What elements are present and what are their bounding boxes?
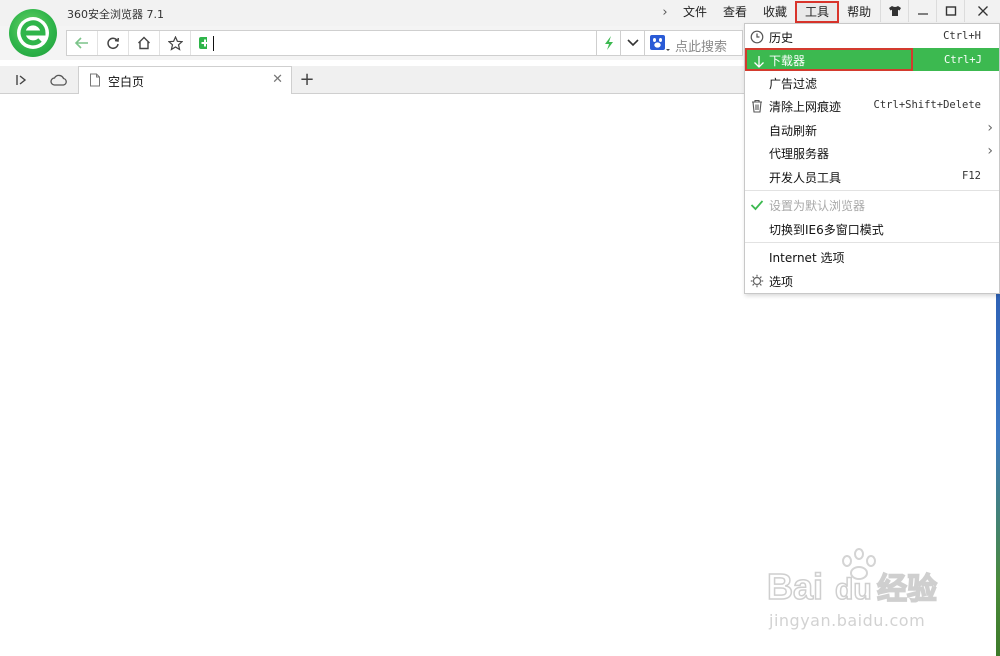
close-button[interactable] xyxy=(964,0,1000,22)
menu-item-internet-options[interactable]: Internet 选项 xyxy=(745,245,999,268)
sidebar-toggle-button[interactable] xyxy=(10,71,32,89)
chevron-right-icon: › xyxy=(987,120,993,136)
baidu-jingyan-watermark: Bai du 经验 jingyan.baidu.com xyxy=(765,545,950,630)
minimize-button[interactable] xyxy=(908,0,936,22)
svg-text:Bai: Bai xyxy=(767,566,823,607)
menu-favorites[interactable]: 收藏 xyxy=(755,1,795,23)
sidebar-toggle-icon xyxy=(16,75,27,85)
desktop-background-edge xyxy=(996,290,1000,656)
shirt-icon xyxy=(888,6,901,16)
menu-item-label: 清除上网痕迹 xyxy=(769,100,842,114)
gear-icon xyxy=(749,273,765,289)
search-placeholder: 点此搜索 xyxy=(675,40,728,55)
page-icon xyxy=(90,73,100,87)
speed-mode-button[interactable] xyxy=(597,30,621,56)
chevron-right-icon: › xyxy=(987,143,993,159)
menu-item-set-default-browser: 设置为默认浏览器 xyxy=(745,193,999,216)
clock-icon xyxy=(749,29,765,45)
menu-item-label: 切换到IE6多窗口模式 xyxy=(769,223,884,237)
search-box[interactable]: 点此搜索 xyxy=(645,30,743,56)
home-icon xyxy=(138,36,150,50)
refresh-icon xyxy=(107,37,120,50)
star-icon xyxy=(167,35,183,51)
menu-bar: › 文件 查看 收藏 工具 帮助 xyxy=(655,0,879,24)
tab-blank-page[interactable]: 空白页 ✕ xyxy=(78,66,292,94)
menu-item-label: 设置为默认浏览器 xyxy=(769,199,866,213)
menu-item-label: 自动刷新 xyxy=(769,124,818,138)
menu-item-label: 选项 xyxy=(769,275,794,289)
menu-item-shortcut: Ctrl+H xyxy=(943,30,981,42)
menu-item-dev-tools[interactable]: 开发人员工具 F12 xyxy=(745,165,999,188)
favorite-star-button[interactable] xyxy=(160,31,191,55)
menu-item-shortcut: F12 xyxy=(962,170,981,182)
back-button[interactable] xyxy=(67,31,98,55)
baidu-jingyan-logo-icon: Bai du 经验 xyxy=(766,548,938,608)
menu-item-label: Internet 选项 xyxy=(769,251,845,265)
window-controls xyxy=(880,0,1000,22)
menu-expand-icon[interactable]: › xyxy=(655,5,675,20)
app-title: 360安全浏览器 7.1 xyxy=(67,8,164,21)
refresh-button[interactable] xyxy=(98,31,129,55)
svg-text:经验: 经验 xyxy=(877,572,937,607)
cloud-icon xyxy=(50,74,67,86)
menu-help[interactable]: 帮助 xyxy=(839,1,879,23)
cloud-sync-button[interactable] xyxy=(48,71,70,89)
checkmark-icon xyxy=(749,197,765,213)
minimize-icon xyxy=(917,13,928,15)
menu-item-clear-traces[interactable]: 清除上网痕迹 Ctrl+Shift+Delete xyxy=(745,94,999,117)
tab-title: 空白页 xyxy=(108,75,145,89)
menu-separator xyxy=(745,190,999,191)
trash-icon xyxy=(749,98,765,114)
menu-item-auto-refresh[interactable]: 自动刷新 › xyxy=(745,118,999,141)
menu-tools[interactable]: 工具 xyxy=(795,1,840,23)
text-caret xyxy=(213,36,214,51)
menu-item-downloader[interactable]: 下载器 xyxy=(745,48,913,71)
menu-item-shortcut: Ctrl+J xyxy=(944,54,982,66)
menu-item-label: 代理服务器 xyxy=(769,147,830,161)
menu-item-label: 下载器 xyxy=(769,54,806,68)
address-dropdown-button[interactable] xyxy=(621,30,645,56)
baidu-paw-icon xyxy=(650,35,670,51)
chevron-down-icon xyxy=(626,39,639,47)
browser-logo[interactable] xyxy=(9,9,57,57)
browser-e-logo-icon xyxy=(17,17,49,49)
close-icon xyxy=(977,6,988,16)
menu-item-label: 广告过滤 xyxy=(769,77,818,91)
maximize-icon xyxy=(945,6,956,16)
tab-close-icon[interactable]: ✕ xyxy=(272,72,283,87)
nav-buttons xyxy=(66,30,220,56)
menu-separator xyxy=(745,242,999,243)
new-tab-button[interactable]: + xyxy=(296,69,318,91)
svg-text:du: du xyxy=(835,573,872,606)
menu-item-history[interactable]: 历史 Ctrl+H xyxy=(745,25,999,48)
lightning-icon xyxy=(604,36,613,50)
menu-item-label: 历史 xyxy=(769,31,794,45)
menu-item-ad-filter[interactable]: 广告过滤 xyxy=(745,71,999,94)
menu-view[interactable]: 查看 xyxy=(715,1,755,23)
maximize-button[interactable] xyxy=(936,0,964,22)
menu-item-options[interactable]: 选项 xyxy=(745,269,999,292)
skin-button[interactable] xyxy=(880,0,908,22)
address-bar[interactable] xyxy=(207,30,597,56)
back-arrow-icon xyxy=(74,37,88,49)
menu-item-label: 开发人员工具 xyxy=(769,171,842,185)
watermark-url: jingyan.baidu.com xyxy=(769,611,926,630)
tools-dropdown-menu: 历史 Ctrl+H 下载器 Ctrl+J 广告过滤 清除上网痕迹 Ctrl+Sh… xyxy=(744,23,1000,294)
home-button[interactable] xyxy=(129,31,160,55)
menu-item-proxy-server[interactable]: 代理服务器 › xyxy=(745,141,999,164)
menu-item-shortcut: Ctrl+Shift+Delete xyxy=(873,99,981,111)
menu-item-ie6-multiwindow[interactable]: 切换到IE6多窗口模式 xyxy=(745,217,999,240)
download-arrow-icon xyxy=(751,54,767,70)
menu-file[interactable]: 文件 xyxy=(675,1,715,23)
